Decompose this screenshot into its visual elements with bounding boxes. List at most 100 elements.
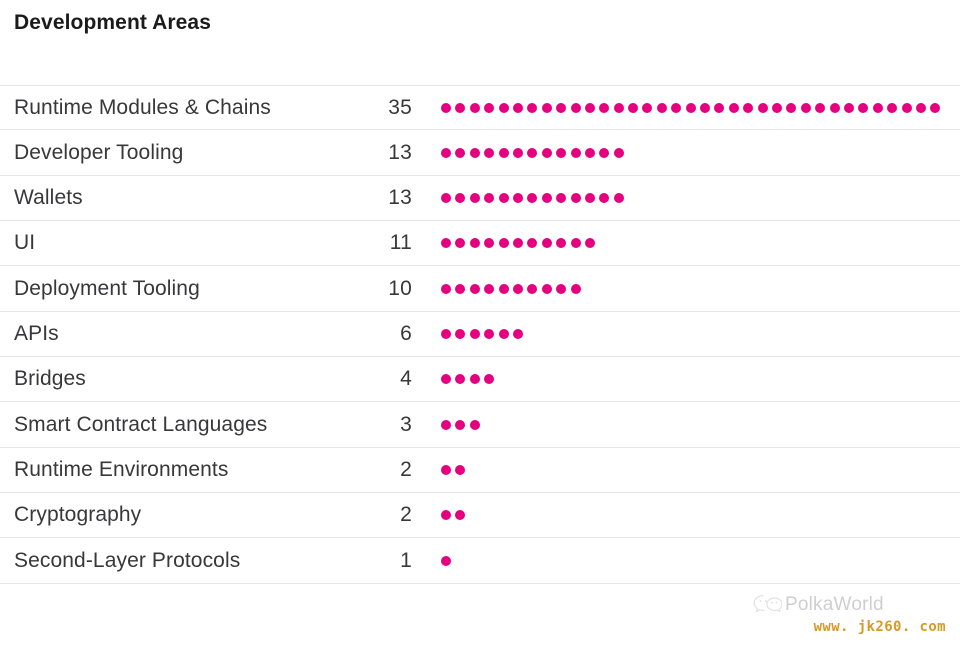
bar-dot: [455, 102, 466, 113]
watermark-url: www. jk260. com: [813, 619, 946, 635]
bar-dot: [541, 192, 552, 203]
bar-dot: [815, 102, 826, 113]
bar-dot: [570, 283, 581, 294]
bar-dot: [455, 283, 466, 294]
row-value: 2: [400, 503, 412, 527]
table-row: Cryptography 2: [0, 493, 960, 539]
bar-dot: [498, 147, 509, 158]
row-label: Smart Contract Languages: [14, 412, 268, 436]
bar-dot: [771, 102, 782, 113]
table-row: Developer Tooling 13: [0, 130, 960, 176]
bar-dot: [728, 102, 739, 113]
bar-dot: [915, 102, 926, 113]
bar-dot: [512, 192, 523, 203]
bar-dot: [584, 192, 595, 203]
bar-dot: [901, 102, 912, 113]
bar-dot: [441, 510, 451, 521]
bar-dot: [556, 283, 567, 294]
bar-dot: [570, 147, 581, 158]
bar-dot: [455, 464, 466, 475]
row-value: 13: [388, 185, 412, 209]
table-row: UI 11: [0, 221, 960, 267]
bar-dot: [613, 192, 624, 203]
watermark-brand: PolkaWorld: [785, 594, 884, 615]
row-label: UI: [14, 231, 36, 255]
row-value: 35: [388, 95, 412, 119]
bar-dot: [527, 283, 538, 294]
bar-dot: [556, 238, 567, 249]
bar-dot: [455, 147, 466, 158]
bar-dot: [484, 328, 495, 339]
bar-dot: [512, 283, 523, 294]
bar-dot: [786, 102, 797, 113]
row-label: Runtime Modules & Chains: [14, 95, 271, 119]
bar-dot: [541, 238, 552, 249]
bar-dot: [441, 283, 451, 294]
bar-dot: [469, 374, 480, 385]
row-label: APIs: [14, 321, 59, 345]
table-row: Runtime Environments 2: [0, 448, 960, 494]
bar-dot: [441, 374, 451, 385]
row-value: 2: [400, 457, 412, 481]
bar-dot: [469, 328, 480, 339]
row-label: Wallets: [14, 185, 83, 209]
row-dot-bar: [441, 283, 581, 295]
bar-dot: [584, 102, 595, 113]
dot-chart-table: Runtime Modules & Chains 35 Developer Tool…: [0, 85, 960, 584]
row-value: 4: [400, 367, 412, 391]
bar-dot: [498, 192, 509, 203]
bar-dot: [484, 238, 495, 249]
watermark: PolkaWorld www. jk260. com: [752, 592, 952, 644]
bar-dot: [700, 102, 711, 113]
bar-dot: [541, 283, 552, 294]
bar-dot: [743, 102, 754, 113]
bar-dot: [584, 147, 595, 158]
bar-dot: [441, 102, 451, 113]
bar-dot: [469, 147, 480, 158]
table-row: Second-Layer Protocols 1: [0, 538, 960, 584]
row-value: 6: [400, 321, 412, 345]
bar-dot: [484, 192, 495, 203]
bar-dot: [498, 283, 509, 294]
bar-dot: [469, 238, 480, 249]
bar-dot: [498, 328, 509, 339]
bar-dot: [455, 374, 466, 385]
row-label: Cryptography: [14, 503, 142, 527]
bar-dot: [455, 328, 466, 339]
bar-dot: [455, 238, 466, 249]
bar-dot: [714, 102, 725, 113]
bar-dot: [498, 238, 509, 249]
bar-dot: [599, 102, 610, 113]
bar-dot: [556, 102, 567, 113]
bar-dot: [527, 102, 538, 113]
bar-dot: [441, 419, 451, 430]
bar-dot: [556, 192, 567, 203]
bar-dot: [599, 147, 610, 158]
row-value: 13: [388, 140, 412, 164]
bar-dot: [858, 102, 869, 113]
bar-dot: [628, 102, 639, 113]
bar-dot: [441, 192, 451, 203]
bar-dot: [843, 102, 854, 113]
bar-dot: [541, 147, 552, 158]
table-row: Bridges 4: [0, 357, 960, 403]
bar-dot: [455, 510, 466, 521]
row-label: Developer Tooling: [14, 140, 184, 164]
bar-dot: [656, 102, 667, 113]
bar-dot: [829, 102, 840, 113]
bar-dot: [455, 419, 466, 430]
row-dot-bar: [441, 509, 466, 521]
bar-dot: [613, 147, 624, 158]
row-dot-bar: [441, 328, 523, 340]
row-label: Runtime Environments: [14, 457, 229, 481]
row-dot-bar: [441, 373, 495, 385]
bar-dot: [757, 102, 768, 113]
row-dot-bar: [441, 237, 595, 249]
bar-dot: [441, 238, 451, 249]
row-label: Deployment Tooling: [14, 276, 200, 300]
table-row: APIs 6: [0, 312, 960, 358]
bar-dot: [642, 102, 653, 113]
row-value: 3: [400, 412, 412, 436]
bar-dot: [685, 102, 696, 113]
bar-dot: [441, 147, 451, 158]
